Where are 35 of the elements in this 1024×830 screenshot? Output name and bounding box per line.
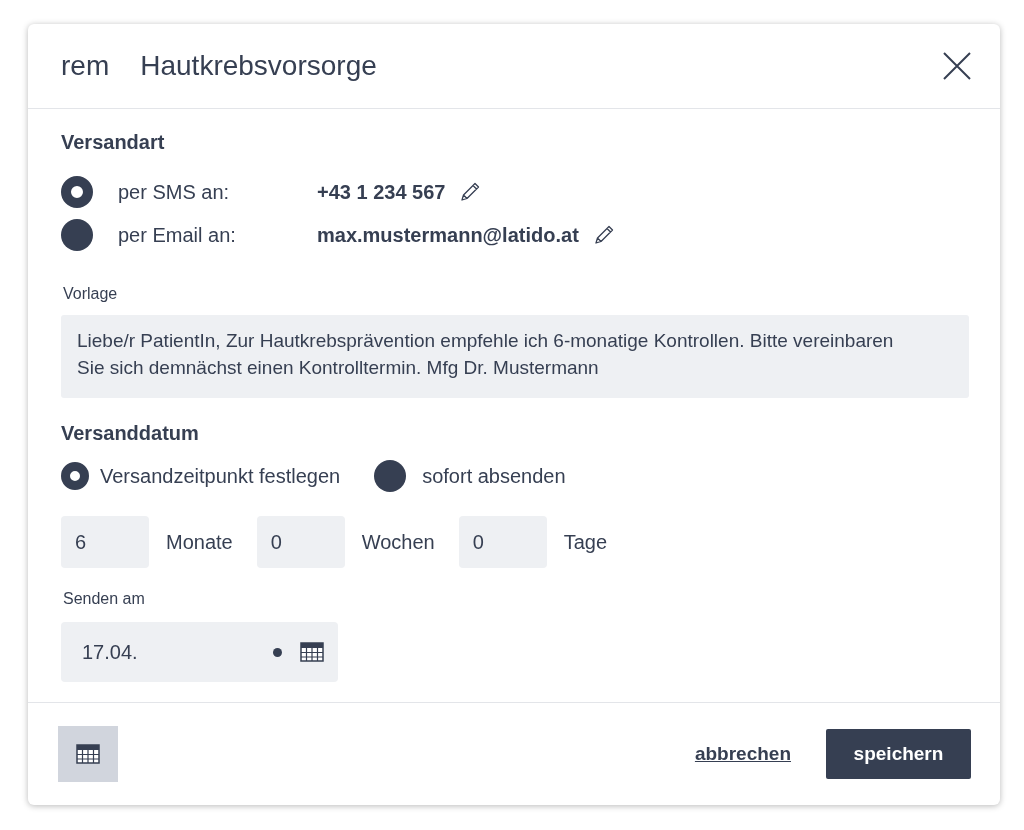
contact-value: +43 1 234 567: [317, 180, 446, 204]
template-text-field[interactable]: Liebe/r PatientIn, Zur Hautkrebsprävention empfehle ich 6-monatige Kontrollen. Bitte vereinbaren Sie sich demnächst einen Kontrolltermin. Mfg Dr. Mustermann: [61, 315, 969, 398]
section-heading: Versandart: [61, 131, 166, 154]
cancel-link[interactable]: abbrechen: [694, 743, 791, 765]
pencil-icon[interactable]: [592, 224, 615, 246]
unit-label: Tage: [563, 530, 608, 554]
pencil-icon[interactable]: [459, 181, 482, 203]
date-value: 17.04.: [82, 640, 139, 664]
field-label: Senden am: [63, 590, 146, 608]
dialog-prefix: rem: [61, 50, 110, 82]
contact-value: max.mustermann@latido.at: [317, 223, 579, 247]
calendar-icon: [76, 744, 100, 764]
option-label: per Email an:: [118, 223, 237, 247]
calendar-button[interactable]: [58, 726, 118, 782]
number-input-field[interactable]: 0: [256, 516, 345, 568]
close-icon: [942, 51, 972, 81]
option-label: per SMS an:: [118, 180, 231, 204]
dot-icon: [273, 647, 282, 657]
number-input-field[interactable]: 6: [61, 516, 149, 568]
close-button[interactable]: [942, 51, 972, 81]
radio-button[interactable]: [61, 462, 89, 490]
dialog-title: Hautkrebsvorsorge: [140, 50, 377, 82]
calendar-icon[interactable]: [300, 642, 324, 662]
option-label: Versandzeitpunkt festlegen: [100, 464, 341, 488]
number-input-field[interactable]: 0: [458, 516, 547, 568]
radio-button[interactable]: [61, 176, 93, 208]
section-heading: Versanddatum: [61, 422, 200, 445]
save-button[interactable]: speichern: [826, 729, 971, 779]
radio-button[interactable]: [374, 460, 407, 492]
date-field[interactable]: 17.04.: [61, 622, 338, 682]
unit-label: Monate: [166, 530, 233, 554]
unit-label: Wochen: [361, 530, 435, 554]
field-label: Vorlage: [63, 285, 119, 303]
option-label: sofort absenden: [422, 464, 566, 488]
radio-button[interactable]: [61, 219, 93, 251]
